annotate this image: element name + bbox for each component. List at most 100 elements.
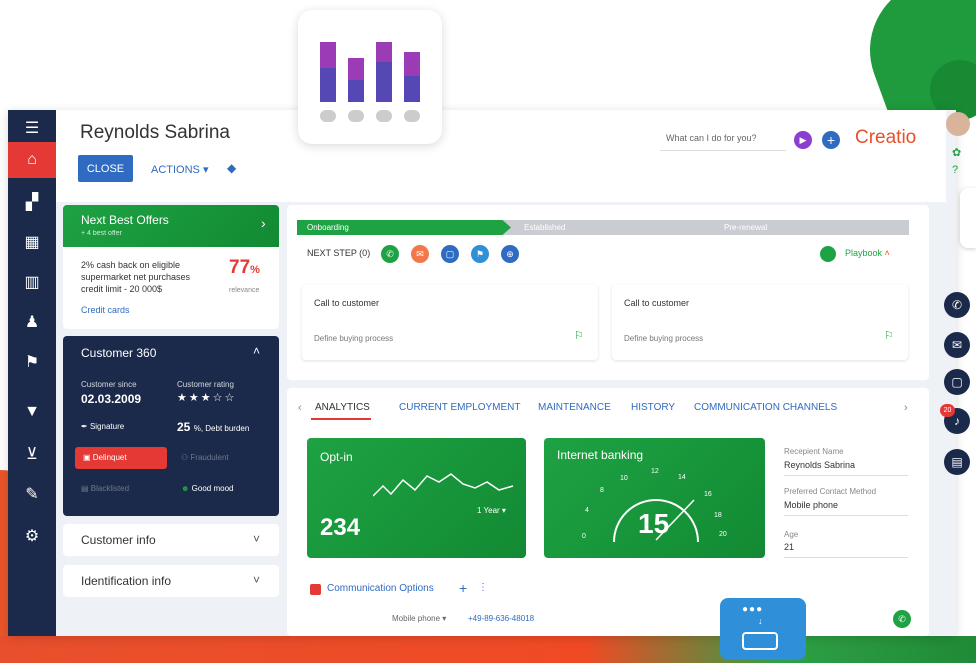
period-label: 1 Year: [477, 506, 500, 515]
contact-method-field[interactable]: Mobile phone: [784, 500, 908, 516]
funnel-icon[interactable]: ▼: [8, 394, 56, 430]
task-title: Call to customer: [314, 298, 380, 308]
gear-icon[interactable]: ✿: [952, 146, 961, 159]
chevron-up-icon: ˄: [884, 248, 890, 258]
signature-item: ✒ Signature: [81, 422, 125, 431]
gauge-tick: 8: [600, 487, 604, 494]
communication-title: Communication Options: [327, 583, 434, 594]
optin-value: 234: [320, 514, 361, 541]
c360-title: Customer 360: [81, 346, 157, 360]
flag-icon[interactable]: ⚐: [884, 329, 894, 342]
relevance-label: relevance: [229, 287, 260, 294]
flag-icon[interactable]: ⚑: [8, 344, 56, 380]
edit-icon[interactable]: ✎: [8, 476, 56, 512]
close-button[interactable]: CLOSE: [78, 155, 133, 182]
rating-label: Customer rating: [177, 380, 234, 389]
contacts-icon[interactable]: ▦: [8, 224, 56, 260]
help-icon[interactable]: ?: [952, 164, 958, 176]
customer-info-section[interactable]: Customer info ˅: [63, 524, 279, 556]
age-field[interactable]: 21: [784, 542, 908, 558]
gauge-tick: 10: [620, 475, 628, 482]
tab-maintenance[interactable]: MAINTENANCE: [538, 402, 611, 413]
playbook-link[interactable]: Playbook ˄: [845, 248, 890, 258]
search-placeholder: What can I do for you?: [666, 133, 757, 143]
flag-icon[interactable]: ⚐: [574, 329, 584, 342]
globe-icon[interactable]: ⊕: [501, 245, 519, 263]
tab-analytics[interactable]: ANALYTICS: [315, 402, 370, 413]
communication-icon: [310, 584, 321, 595]
debt-number: 25: [177, 420, 191, 434]
document-icon[interactable]: ▤: [944, 449, 970, 475]
period-dropdown[interactable]: 1 Year ▾: [477, 506, 506, 515]
search-input[interactable]: What can I do for you?: [660, 127, 786, 151]
task-card[interactable]: Call to customer Define buying process ⚐: [612, 285, 908, 360]
fraudulent-label: Fraudulent: [190, 453, 229, 462]
signature-label: Signature: [89, 422, 125, 431]
gauge-tick: 16: [704, 491, 712, 498]
contact-title: Reynolds Sabrina: [80, 122, 230, 143]
phone-icon[interactable]: ✆: [944, 292, 970, 318]
banking-value: 15: [638, 508, 670, 539]
chevron-down-icon[interactable]: ˅: [253, 573, 260, 587]
chat-bubble-icon[interactable]: ▢: [944, 369, 970, 395]
play-icon[interactable]: ▶: [794, 131, 812, 149]
chevron-right-icon[interactable]: ›: [904, 402, 908, 414]
sidebar: ☰ ⌂ ▞ ▦ ▥ ♟ ⚑ ▼ ⊻ ✎ ⚙: [8, 110, 56, 636]
playbook-label: Playbook: [845, 248, 883, 258]
chevron-right-icon[interactable]: ›: [261, 215, 266, 231]
identification-info-section[interactable]: Identification info ˅: [63, 565, 279, 597]
gauge-tick: 20: [719, 531, 727, 538]
nbo-offer-card[interactable]: 2% cash back on eligible supermarket net…: [63, 247, 279, 329]
phone-icon[interactable]: ✆: [381, 245, 399, 263]
phone-number-link[interactable]: +49-89-636-48018: [468, 614, 534, 623]
chart-app-tile: [298, 10, 442, 144]
more-icon[interactable]: ⋮: [478, 582, 488, 593]
mail-icon[interactable]: ✉: [944, 332, 970, 358]
tab-current-employment[interactable]: CURRENT EMPLOYMENT: [399, 402, 521, 413]
avatar[interactable]: [946, 112, 970, 136]
optin-widget[interactable]: Opt-in 234 1 Year ▾: [307, 438, 526, 558]
tab-history[interactable]: HISTORY: [631, 402, 675, 413]
stage-onboarding-label: Onboarding: [307, 223, 349, 232]
recipient-label: Recepient Name: [784, 447, 844, 456]
nbo-header[interactable]: Next Best Offers + 4 best offer ›: [63, 205, 279, 247]
chevron-down-icon[interactable]: ˅: [253, 532, 260, 546]
stage-pre-renewal-label[interactable]: Pre-renewal: [724, 223, 767, 232]
dots-icon: ●●●: [742, 604, 764, 615]
cart-icon[interactable]: ⊻: [8, 436, 56, 472]
side-panel-tab[interactable]: [960, 188, 976, 248]
actions-button[interactable]: ACTIONS ▾: [151, 163, 208, 176]
mood-badge: ☻ Good mood: [181, 484, 233, 493]
chevron-up-icon[interactable]: ˄: [253, 344, 260, 358]
flag-icon[interactable]: ⚑: [471, 245, 489, 263]
user-icon[interactable]: ♟: [8, 304, 56, 340]
next-step-label: NEXT STEP (0): [307, 248, 371, 258]
mail-icon[interactable]: ✉: [411, 245, 429, 263]
chat-icon[interactable]: ▞: [8, 184, 56, 220]
phone-type-dropdown[interactable]: Mobile phone ▾: [392, 614, 446, 623]
identification-info-title: Identification info: [81, 574, 172, 588]
call-icon[interactable]: ✆: [893, 610, 911, 628]
recipient-field[interactable]: Reynolds Sabrina: [784, 460, 908, 476]
tag-icon[interactable]: ◆: [227, 161, 236, 175]
debt-value: 25 %, Debt burden: [177, 420, 249, 434]
since-value: 02.03.2009: [81, 392, 142, 406]
add-icon[interactable]: +: [822, 131, 840, 149]
settings-icon[interactable]: ⚙: [8, 518, 56, 554]
home-icon[interactable]: ⌂: [8, 142, 56, 178]
chat-icon[interactable]: ▢: [441, 245, 459, 263]
nbo-title: Next Best Offers: [81, 213, 169, 227]
add-icon[interactable]: +: [459, 580, 467, 596]
credit-cards-link[interactable]: Credit cards: [81, 305, 130, 315]
offer-text-1: 2% cash back on eligible: [81, 260, 181, 270]
tab-communication-channels[interactable]: COMMUNICATION CHANNELS: [694, 402, 837, 413]
blacklisted-badge: ▤ Blacklisted: [81, 484, 130, 493]
chevron-left-icon[interactable]: ‹: [298, 402, 302, 414]
playbook-icon[interactable]: [820, 246, 836, 262]
task-card[interactable]: Call to customer Define buying process ⚐: [302, 285, 598, 360]
accounts-icon[interactable]: ▥: [8, 264, 56, 300]
menu-icon[interactable]: ☰: [8, 110, 56, 146]
stage-established-label[interactable]: Established: [524, 223, 565, 232]
internet-banking-widget[interactable]: Internet banking 0 4 8 10 12 14 16 18 20…: [544, 438, 765, 558]
delinquent-badge: ▣ Delinquet: [75, 447, 167, 469]
